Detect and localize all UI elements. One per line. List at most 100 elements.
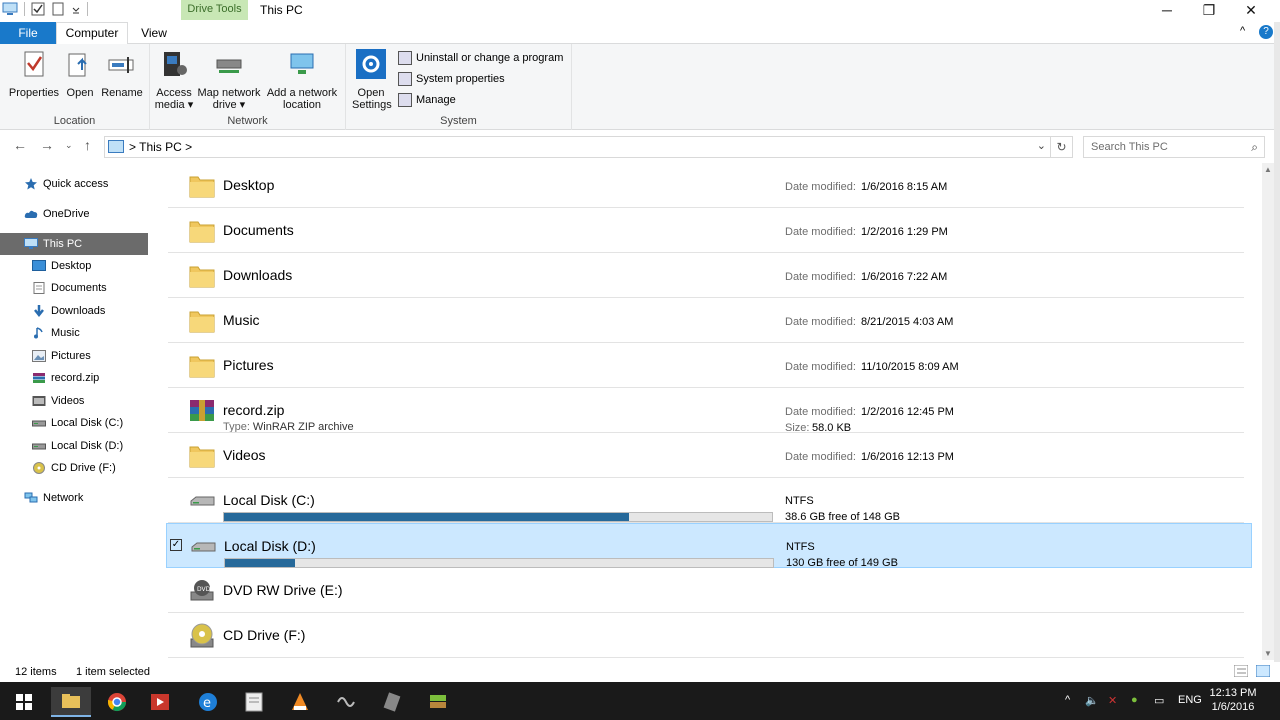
nav-item-onedrive[interactable]: OneDrive	[0, 203, 148, 225]
large-icons-view-icon[interactable]	[1256, 665, 1270, 677]
nav-item-pictures[interactable]: Pictures	[0, 345, 148, 367]
restore-button[interactable]: ❐	[1186, 0, 1232, 22]
search-box[interactable]: Search This PC ⌕	[1083, 136, 1265, 158]
taskbar: e ^ 🔈 ✕ ● ▭ ENG 12:13 PM 1/6/2016	[0, 682, 1280, 720]
properties-check-icon[interactable]	[31, 2, 45, 16]
notepad-icon[interactable]	[234, 687, 274, 717]
item-row-documents[interactable]: Documents Date modified: 1/2/2016 1:29 PM	[166, 208, 1252, 253]
vlc-icon[interactable]	[280, 687, 320, 717]
action-center-icon[interactable]: ▭	[1154, 694, 1164, 707]
access-media-button[interactable]: Access media ▾	[154, 48, 194, 111]
item-row-music[interactable]: Music Date modified: 8/21/2015 4:03 AM	[166, 298, 1252, 343]
item-row-cd-drive-f[interactable]: CD Drive (F:)	[166, 613, 1252, 658]
nav-item-label: This PC	[43, 238, 83, 250]
item-row-local-disk-d[interactable]: ✓ Local Disk (D:) NTFS 130 GB free of 149 G…	[166, 523, 1252, 569]
new-folder-icon[interactable]	[51, 2, 65, 16]
edge-icon[interactable]: e	[188, 687, 228, 717]
ribbon: Properties Open Rename Location Access m…	[0, 44, 1280, 130]
up-arrow-icon[interactable]: ↑	[84, 137, 91, 153]
refresh-icon[interactable]: ↻	[1051, 136, 1073, 158]
audio-app-icon[interactable]	[326, 687, 366, 717]
outer-scrollbar[interactable]	[1274, 22, 1280, 665]
network-disconnected-icon[interactable]: ✕	[1108, 694, 1117, 707]
manage-label: Manage	[416, 94, 456, 106]
item-row-dvd-rw-drive-e[interactable]: DVD DVD RW Drive (E:)	[166, 568, 1252, 613]
nav-item-documents[interactable]: Documents	[0, 277, 148, 299]
close-button[interactable]: ✕	[1228, 0, 1274, 22]
content-scrollbar[interactable]: ▲ ▼	[1262, 163, 1274, 660]
help-icon[interactable]: ?	[1259, 25, 1273, 39]
item-row-videos[interactable]: Videos Date modified: 1/6/2016 12:13 PM	[166, 433, 1252, 478]
item-row-record-zip[interactable]: record.zip Type: WinRAR ZIP archive Date mo…	[166, 388, 1252, 434]
star-icon	[24, 178, 43, 190]
selection-checkbox[interactable]: ✓	[170, 539, 182, 551]
back-arrow-icon[interactable]: ←	[13, 137, 27, 153]
rename-label: Rename	[101, 87, 143, 99]
volume-icon[interactable]: 🔈	[1085, 694, 1099, 707]
nav-item-network[interactable]: Network	[0, 487, 148, 509]
forward-arrow-icon[interactable]: →	[40, 137, 54, 153]
uninstall-program-button[interactable]: Uninstall or change a program	[398, 51, 563, 65]
media-player-icon[interactable]	[140, 687, 180, 717]
tab-file[interactable]: File	[0, 22, 56, 44]
add-network-location-button[interactable]: Add a network location	[264, 48, 340, 111]
breadcrumb[interactable]: > This PC >	[129, 140, 192, 154]
nav-item-local-disk-c[interactable]: Local Disk (C:)	[0, 412, 148, 434]
window-title: This PC	[260, 3, 303, 17]
map-network-drive-button[interactable]: Map network drive ▾	[196, 48, 262, 111]
clock[interactable]: 12:13 PM 1/6/2016	[1208, 686, 1258, 714]
network-group-label: Network	[227, 115, 268, 127]
zip-icon	[32, 372, 51, 384]
system-properties-button[interactable]: System properties	[398, 72, 505, 86]
app-tray-icon[interactable]: ●	[1131, 694, 1138, 706]
item-row-local-disk-c[interactable]: Local Disk (C:) NTFS 38.6 GB free of 148 G…	[166, 478, 1252, 523]
nav-item-downloads[interactable]: Downloads	[0, 300, 148, 322]
nav-item-record-zip[interactable]: record.zip	[0, 367, 148, 389]
items-view: Desktop Date modified: 1/6/2016 8:15 AM Doc…	[150, 163, 1262, 663]
address-bar[interactable]: > This PC > ⌄	[104, 136, 1051, 158]
date-modified-label: Date modified:	[785, 226, 856, 238]
file-explorer-taskbar-icon[interactable]	[51, 687, 91, 717]
start-windows-icon[interactable]	[4, 687, 44, 717]
item-row-pictures[interactable]: Pictures Date modified: 11/10/2015 8:09 AM	[166, 343, 1252, 388]
scroll-down-arrow-icon[interactable]: ▼	[1264, 649, 1272, 658]
collapse-ribbon-icon[interactable]: ^	[1240, 25, 1245, 37]
recent-locations-chevron-icon[interactable]: ⌄	[65, 140, 73, 151]
nav-item-desktop[interactable]: Desktop	[0, 255, 148, 277]
open-settings-button[interactable]: Open Settings	[352, 48, 392, 111]
nav-item-cd-drive-f[interactable]: CD Drive (F:)	[0, 457, 148, 479]
customize-toolbar-icon[interactable]	[71, 2, 81, 16]
rename-button[interactable]: Rename	[100, 48, 144, 99]
item-row-desktop[interactable]: Desktop Date modified: 1/6/2016 8:15 AM	[166, 163, 1252, 208]
nav-item-label: OneDrive	[43, 208, 90, 220]
details-view-icon[interactable]	[1234, 665, 1248, 677]
disk-icon	[188, 488, 216, 514]
access-media-label-line2: media ▾	[154, 99, 194, 111]
chrome-icon[interactable]	[97, 687, 137, 717]
map-drive-label-line2: drive ▾	[212, 99, 246, 111]
item-name: record.zip	[223, 402, 285, 418]
svg-text:e: e	[203, 696, 211, 711]
nav-item-videos[interactable]: Videos	[0, 390, 148, 412]
nav-item-music[interactable]: Music	[0, 322, 148, 344]
nav-item-label: Videos	[51, 395, 85, 407]
tab-computer[interactable]: Computer	[56, 22, 128, 45]
address-dropdown-chevron-icon[interactable]: ⌄	[1037, 139, 1046, 152]
properties-button[interactable]: Properties	[6, 48, 62, 99]
nav-item-local-disk-d[interactable]: Local Disk (D:)	[0, 435, 148, 457]
item-row-downloads[interactable]: Downloads Date modified: 1/6/2016 7:22 AM	[166, 253, 1252, 298]
drive-tools-contextual-tab[interactable]: Drive Tools	[181, 0, 248, 20]
tablet-app-icon[interactable]	[372, 687, 412, 717]
folder-icon	[188, 173, 216, 199]
status-bar: 12 items 1 item selected	[0, 662, 1280, 682]
minimize-button[interactable]: ─	[1144, 0, 1190, 22]
tab-view[interactable]: View	[134, 22, 174, 44]
nav-item-this-pc[interactable]: This PC	[0, 233, 148, 255]
manage-button[interactable]: Manage	[398, 93, 456, 107]
nav-item-quick-access[interactable]: Quick access	[0, 173, 148, 195]
language-indicator[interactable]: ENG	[1178, 694, 1202, 706]
scroll-up-arrow-icon[interactable]: ▲	[1264, 165, 1272, 174]
open-button[interactable]: Open	[64, 48, 96, 99]
show-hidden-icons-chevron-icon[interactable]: ^	[1065, 694, 1070, 706]
book-app-icon[interactable]	[418, 687, 458, 717]
